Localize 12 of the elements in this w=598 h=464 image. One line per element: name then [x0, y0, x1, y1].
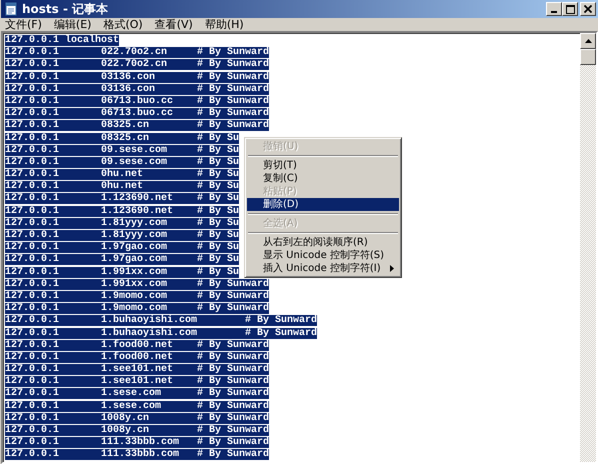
menu-item[interactable]: 帮助(H)	[202, 17, 246, 32]
menu-item[interactable]: 文件(F)	[3, 17, 44, 32]
menu-item[interactable]: 剪切(T)	[247, 159, 399, 172]
menu-item[interactable]: 显示 Unicode 控制字符(S)	[247, 249, 399, 262]
window-title: hosts - 记事本	[22, 0, 110, 18]
menu-item[interactable]: 查看(V)	[152, 17, 195, 32]
menu-item[interactable]: 复制(C)	[247, 172, 399, 185]
menu-item[interactable]: 插入 Unicode 控制字符(I)	[247, 262, 399, 275]
menu-item[interactable]: 删除(D)	[247, 198, 399, 211]
menu-item[interactable]: 从右到左的阅读顺序(R)	[247, 236, 399, 249]
menu-item[interactable]: 编辑(E)	[52, 17, 94, 32]
menu-item[interactable]: 格式(O)	[101, 17, 145, 32]
